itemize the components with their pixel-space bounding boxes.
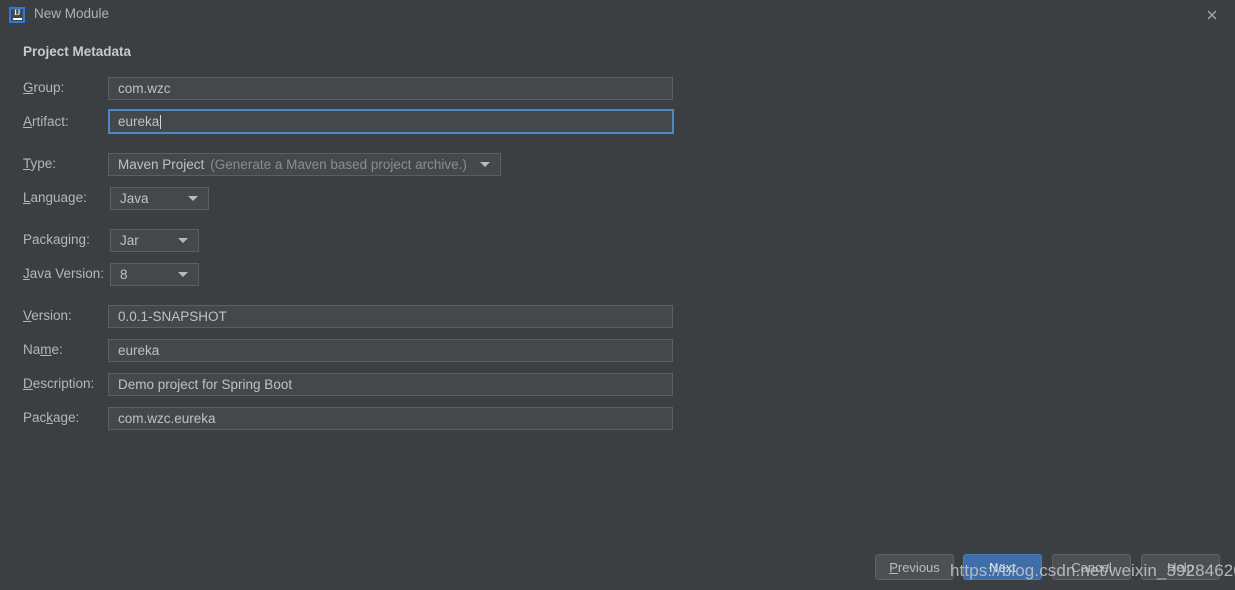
next-button[interactable]: Next <box>963 554 1042 580</box>
close-icon[interactable] <box>1203 6 1221 24</box>
cancel-button[interactable]: Cancel <box>1052 554 1131 580</box>
project-name-input-value: eureka <box>118 343 160 358</box>
label-group: Group: <box>23 80 65 95</box>
label-description: Description: <box>23 376 95 391</box>
artifact-input-value: eureka <box>118 114 160 129</box>
label-artifact: Artifact: <box>23 114 69 129</box>
help-button-label: Help <box>1167 559 1194 575</box>
type-dropdown-value: Maven Project <box>118 157 205 172</box>
chevron-down-icon <box>188 196 198 201</box>
intellij-idea-icon-bar <box>12 18 22 20</box>
previous-button-label: Previous <box>889 559 940 575</box>
text-caret <box>160 114 162 129</box>
previous-button[interactable]: Previous <box>875 554 954 580</box>
label-packaging: Packaging: <box>23 232 90 247</box>
page-title: Project Metadata <box>23 44 132 59</box>
intellij-idea-icon: IJ <box>9 7 25 23</box>
label-language: Language: <box>23 190 87 205</box>
chevron-down-icon <box>480 162 490 167</box>
language-dropdown[interactable]: Java <box>110 187 209 210</box>
packaging-dropdown-value: Jar <box>120 233 139 248</box>
label-project-name: Name: <box>23 342 63 357</box>
version-input[interactable]: 0.0.1-SNAPSHOT <box>108 305 673 328</box>
package-input-value: com.wzc.eureka <box>118 411 216 426</box>
language-dropdown-value: Java <box>120 191 149 206</box>
cancel-button-label: Cancel <box>1071 559 1112 575</box>
type-dropdown-hint: (Generate a Maven based project archive.… <box>210 157 467 172</box>
help-button[interactable]: Help <box>1141 554 1220 580</box>
dialog-title-bar: IJ New Module <box>0 0 1235 30</box>
window-title: New Module <box>34 6 110 21</box>
package-input[interactable]: com.wzc.eureka <box>108 407 673 430</box>
label-type: Type: <box>23 156 57 171</box>
type-dropdown[interactable]: Maven Project (Generate a Maven based pr… <box>108 153 501 176</box>
project-name-input[interactable]: eureka <box>108 339 673 362</box>
version-input-value: 0.0.1-SNAPSHOT <box>118 309 227 324</box>
label-version: Version: <box>23 308 72 323</box>
chevron-down-icon <box>178 272 188 277</box>
artifact-input[interactable]: eureka <box>108 109 674 134</box>
label-java-version: Java Version: <box>23 266 105 281</box>
java-version-dropdown[interactable]: 8 <box>110 263 199 286</box>
java-version-dropdown-value: 8 <box>120 267 128 282</box>
description-input-value: Demo project for Spring Boot <box>118 377 293 392</box>
chevron-down-icon <box>178 238 188 243</box>
group-input[interactable]: com.wzc <box>108 77 673 100</box>
packaging-dropdown[interactable]: Jar <box>110 229 199 252</box>
description-input[interactable]: Demo project for Spring Boot <box>108 373 673 396</box>
group-input-value: com.wzc <box>118 81 171 96</box>
intellij-idea-icon-text: IJ <box>13 8 21 17</box>
next-button-label: Next <box>989 559 1016 575</box>
label-package: Package: <box>23 410 80 425</box>
